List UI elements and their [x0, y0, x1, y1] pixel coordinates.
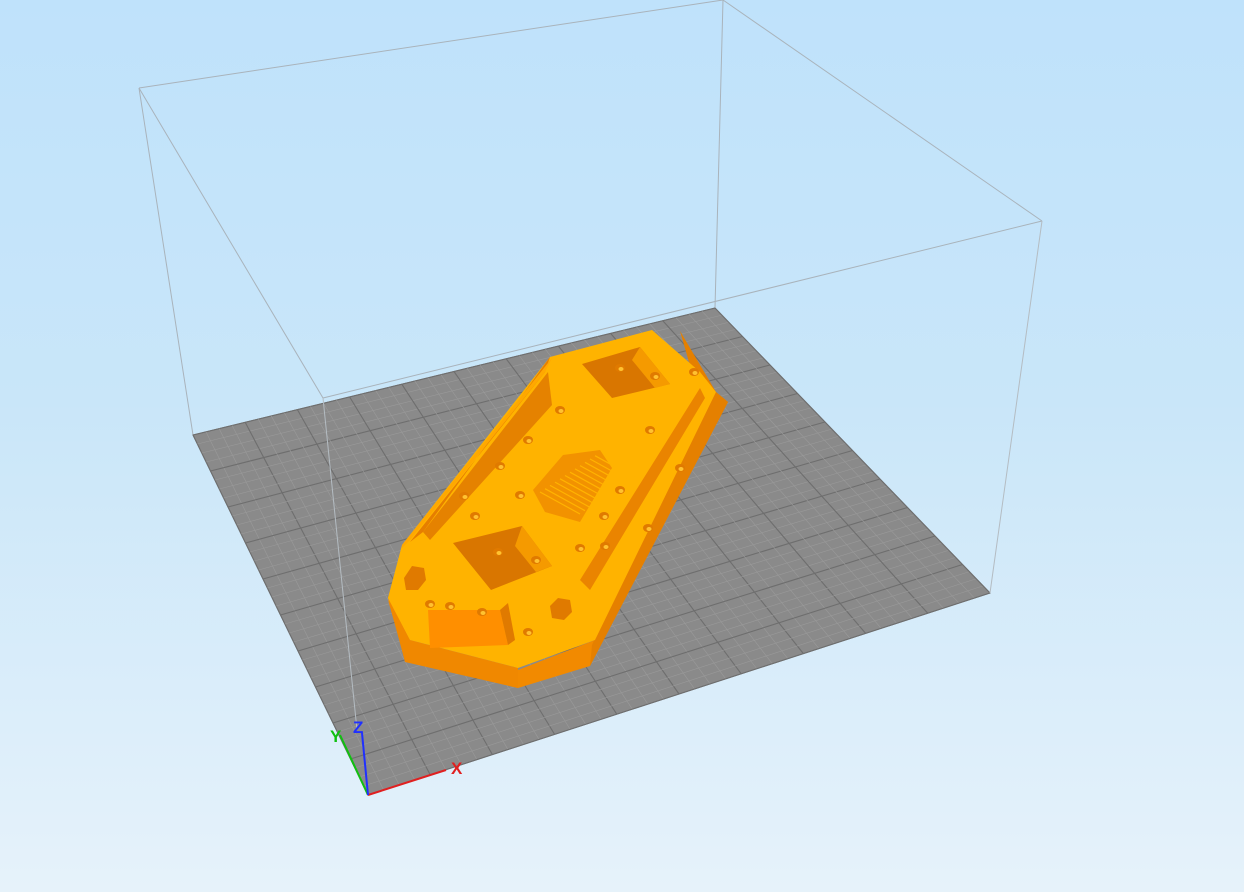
- mount-hole-highlight: [653, 375, 659, 379]
- mount-hole-highlight: [678, 467, 684, 471]
- mount-hole-highlight: [692, 371, 698, 375]
- mount-hole-highlight: [603, 545, 609, 549]
- scene-canvas: X Y Z: [138, 0, 1043, 796]
- mount-hole-highlight: [602, 515, 608, 519]
- mount-hole-highlight: [646, 527, 652, 531]
- axis-z-label: Z: [353, 718, 363, 737]
- mount-hole-highlight: [428, 603, 434, 607]
- mount-hole-highlight: [618, 367, 624, 371]
- axis-y-label: Y: [330, 727, 342, 746]
- mount-hole-highlight: [496, 551, 502, 555]
- mount-hole-highlight: [448, 605, 454, 609]
- mount-hole-highlight: [473, 515, 479, 519]
- mount-hole-highlight: [526, 631, 532, 635]
- model-front-tab: [428, 610, 508, 648]
- mount-hole-highlight: [618, 489, 624, 493]
- mount-hole-highlight: [648, 429, 654, 433]
- mount-hole-highlight: [534, 559, 540, 563]
- mount-hole-highlight: [480, 611, 486, 615]
- 3d-viewport[interactable]: X Y Z: [0, 0, 1244, 892]
- mount-hole-highlight: [558, 409, 564, 413]
- mount-hole-highlight: [578, 547, 584, 551]
- mount-hole-highlight: [462, 495, 468, 499]
- mount-hole-highlight: [518, 494, 524, 498]
- mount-hole-highlight: [526, 439, 532, 443]
- axis-x-label: X: [451, 759, 463, 778]
- mount-hole-highlight: [498, 465, 504, 469]
